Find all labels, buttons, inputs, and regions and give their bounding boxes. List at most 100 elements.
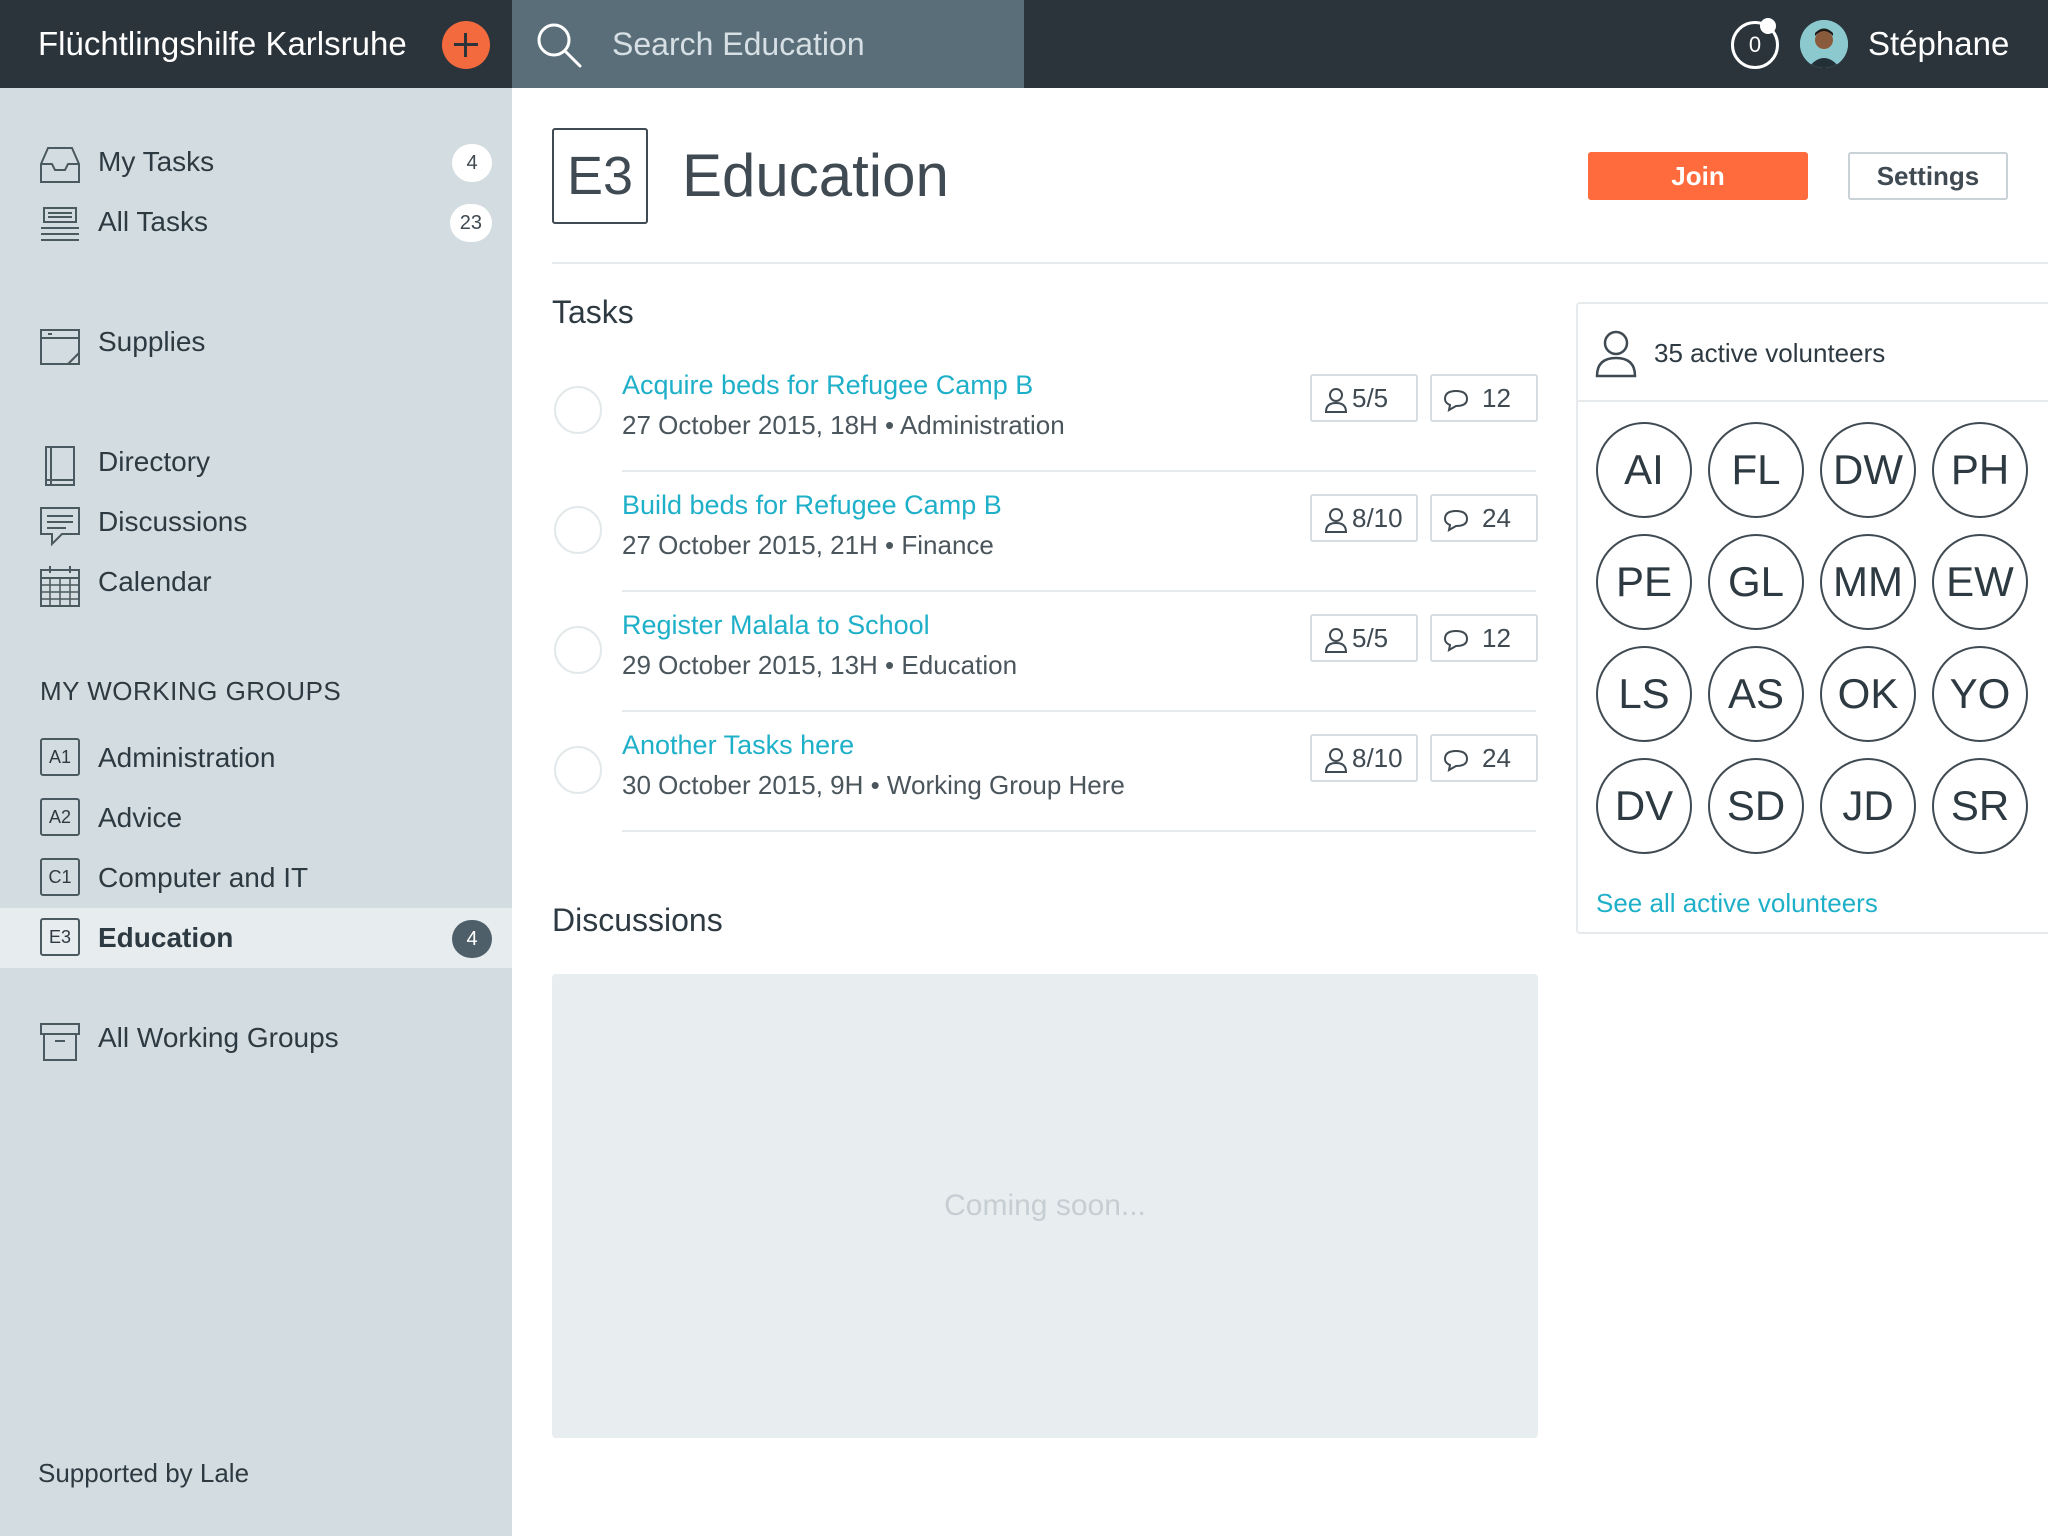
row-divider (622, 830, 1536, 832)
top-bar: Flüchtlingshilfe Karlsruhe 0 Stéphane (0, 0, 2048, 88)
task-checkbox[interactable] (554, 506, 602, 554)
user-name[interactable]: Stéphane (1868, 0, 2009, 88)
stack-icon (41, 207, 79, 241)
sidebar-item-label: My Tasks (98, 146, 215, 177)
working-groups-heading: MY WORKING GROUPS (40, 676, 342, 706)
task-title[interactable]: Register Malala to School (622, 610, 930, 641)
comments-pill[interactable]: 12 (1430, 614, 1538, 662)
discussions-placeholder-panel: Coming soon... (552, 974, 1538, 1438)
task-checkbox[interactable] (554, 746, 602, 794)
volunteers-pill[interactable]: 5/5 (1310, 374, 1418, 422)
sidebar-item-label: Calendar (98, 566, 212, 597)
volunteer-avatar[interactable]: JD (1820, 758, 1916, 854)
volunteers-pill[interactable]: 8/10 (1310, 734, 1418, 782)
volunteer-avatar[interactable]: OK (1820, 646, 1916, 742)
volunteers-pill[interactable]: 8/10 (1310, 494, 1418, 542)
comment-icon (1443, 749, 1469, 772)
comments-pill[interactable]: 24 (1430, 734, 1538, 782)
task-meta: 29 October 2015, 13H • Education (622, 650, 1018, 680)
task-row[interactable]: Another Tasks here 30 October 2015, 9H •… (552, 712, 1538, 832)
volunteer-avatar[interactable]: MM (1820, 534, 1916, 630)
volunteer-avatar[interactable]: PH (1932, 422, 2028, 518)
volunteer-avatar[interactable]: AI (1596, 422, 1692, 518)
page-title: Education (682, 142, 949, 209)
sidebar-item-label: All Working Groups (98, 1022, 339, 1053)
comments-pill[interactable]: 12 (1430, 374, 1538, 422)
search-icon (537, 23, 582, 68)
volunteer-avatar[interactable]: SR (1932, 758, 2028, 854)
tasks-heading: Tasks (552, 294, 634, 330)
sidebar-item-education[interactable]: E3 Education 4 (0, 908, 512, 968)
volunteer-count: 8/10 (1352, 743, 1403, 773)
comments-pill[interactable]: 24 (1430, 494, 1538, 542)
inbox-icon (40, 147, 80, 183)
volunteer-avatar[interactable]: DV (1596, 758, 1692, 854)
search-box[interactable] (512, 0, 1024, 88)
supplies-icon (40, 329, 80, 365)
task-meta: 27 October 2015, 18H • Administration (622, 410, 1065, 440)
sidebar-item-calendar[interactable]: Calendar (0, 552, 512, 612)
volunteer-avatar[interactable]: GL (1708, 534, 1804, 630)
page-group-code: E3 (552, 128, 648, 224)
task-title[interactable]: Build beds for Refugee Camp B (622, 490, 1002, 521)
volunteer-avatar[interactable]: EW (1932, 534, 2028, 630)
task-meta: 27 October 2015, 21H • Finance (622, 530, 994, 560)
user-avatar[interactable] (1800, 20, 1848, 68)
volunteer-avatar[interactable]: AS (1708, 646, 1804, 742)
discussions-heading: Discussions (552, 902, 723, 938)
coming-soon-text: Coming soon... (944, 1189, 1146, 1222)
see-all-volunteers-link[interactable]: See all active volunteers (1596, 888, 1878, 919)
volunteer-avatar[interactable]: LS (1596, 646, 1692, 742)
settings-button[interactable]: Settings (1848, 152, 2008, 200)
sidebar-item-label: Advice (98, 802, 183, 833)
task-row[interactable]: Register Malala to School 29 October 201… (552, 592, 1538, 712)
volunteers-card-header: 35 active volunteers (1578, 304, 2048, 402)
comment-count: 24 (1482, 503, 1511, 533)
count-badge: 4 (452, 920, 492, 958)
person-icon (1324, 508, 1348, 533)
sidebar-item-computer-and-it[interactable]: C1 Computer and IT (0, 848, 512, 908)
sidebar-item-discussions[interactable]: Discussions (0, 492, 512, 552)
sidebar-item-directory[interactable]: Directory (0, 432, 512, 492)
comment-count: 24 (1482, 743, 1511, 773)
task-title[interactable]: Acquire beds for Refugee Camp B (622, 370, 1033, 401)
sidebar-item-label: Directory (98, 446, 211, 477)
sidebar-item-administration[interactable]: A1 Administration (0, 728, 512, 788)
task-checkbox[interactable] (554, 626, 602, 674)
volunteer-avatar[interactable]: YO (1932, 646, 2028, 742)
task-meta: 30 October 2015, 9H • Working Group Here (622, 770, 1125, 800)
task-title[interactable]: Another Tasks here (622, 730, 854, 761)
archive-icon (40, 1023, 80, 1061)
sidebar-item-my-tasks[interactable]: My Tasks 4 (0, 132, 512, 192)
comment-icon (1443, 629, 1469, 652)
sidebar-item-label: Supplies (98, 326, 206, 357)
volunteer-count: 5/5 (1352, 383, 1389, 413)
volunteers-pill[interactable]: 5/5 (1310, 614, 1418, 662)
join-button[interactable]: Join (1588, 152, 1808, 200)
volunteer-count: 5/5 (1352, 623, 1389, 653)
comment-count: 12 (1482, 383, 1511, 413)
count-badge: 4 (452, 144, 492, 182)
volunteer-avatar[interactable]: FL (1708, 422, 1804, 518)
person-icon (1324, 388, 1348, 413)
group-code: A1 (40, 738, 80, 776)
sidebar-item-advice[interactable]: A2 Advice (0, 788, 512, 848)
volunteer-avatar[interactable]: SD (1708, 758, 1804, 854)
person-icon (1324, 628, 1348, 653)
volunteer-avatar[interactable]: DW (1820, 422, 1916, 518)
avatar-image (1800, 20, 1848, 68)
sidebar-item-label: Computer and IT (98, 862, 309, 893)
add-button[interactable] (442, 21, 490, 69)
sidebar-item-all-tasks[interactable]: All Tasks 23 (0, 192, 512, 252)
chat-icon (40, 507, 80, 547)
sidebar-item-label: All Tasks (98, 206, 208, 237)
sidebar-item-all-working-groups[interactable]: All Working Groups (0, 1008, 512, 1068)
search-input[interactable] (612, 22, 1002, 66)
calendar-icon (40, 566, 80, 607)
task-row[interactable]: Acquire beds for Refugee Camp B 27 Octob… (552, 352, 1538, 472)
task-row[interactable]: Build beds for Refugee Camp B 27 October… (552, 472, 1538, 592)
volunteer-avatar[interactable]: PE (1596, 534, 1692, 630)
sidebar-item-supplies[interactable]: Supplies (0, 312, 512, 372)
task-checkbox[interactable] (554, 386, 602, 434)
org-name[interactable]: Flüchtlingshilfe Karlsruhe (38, 0, 407, 88)
